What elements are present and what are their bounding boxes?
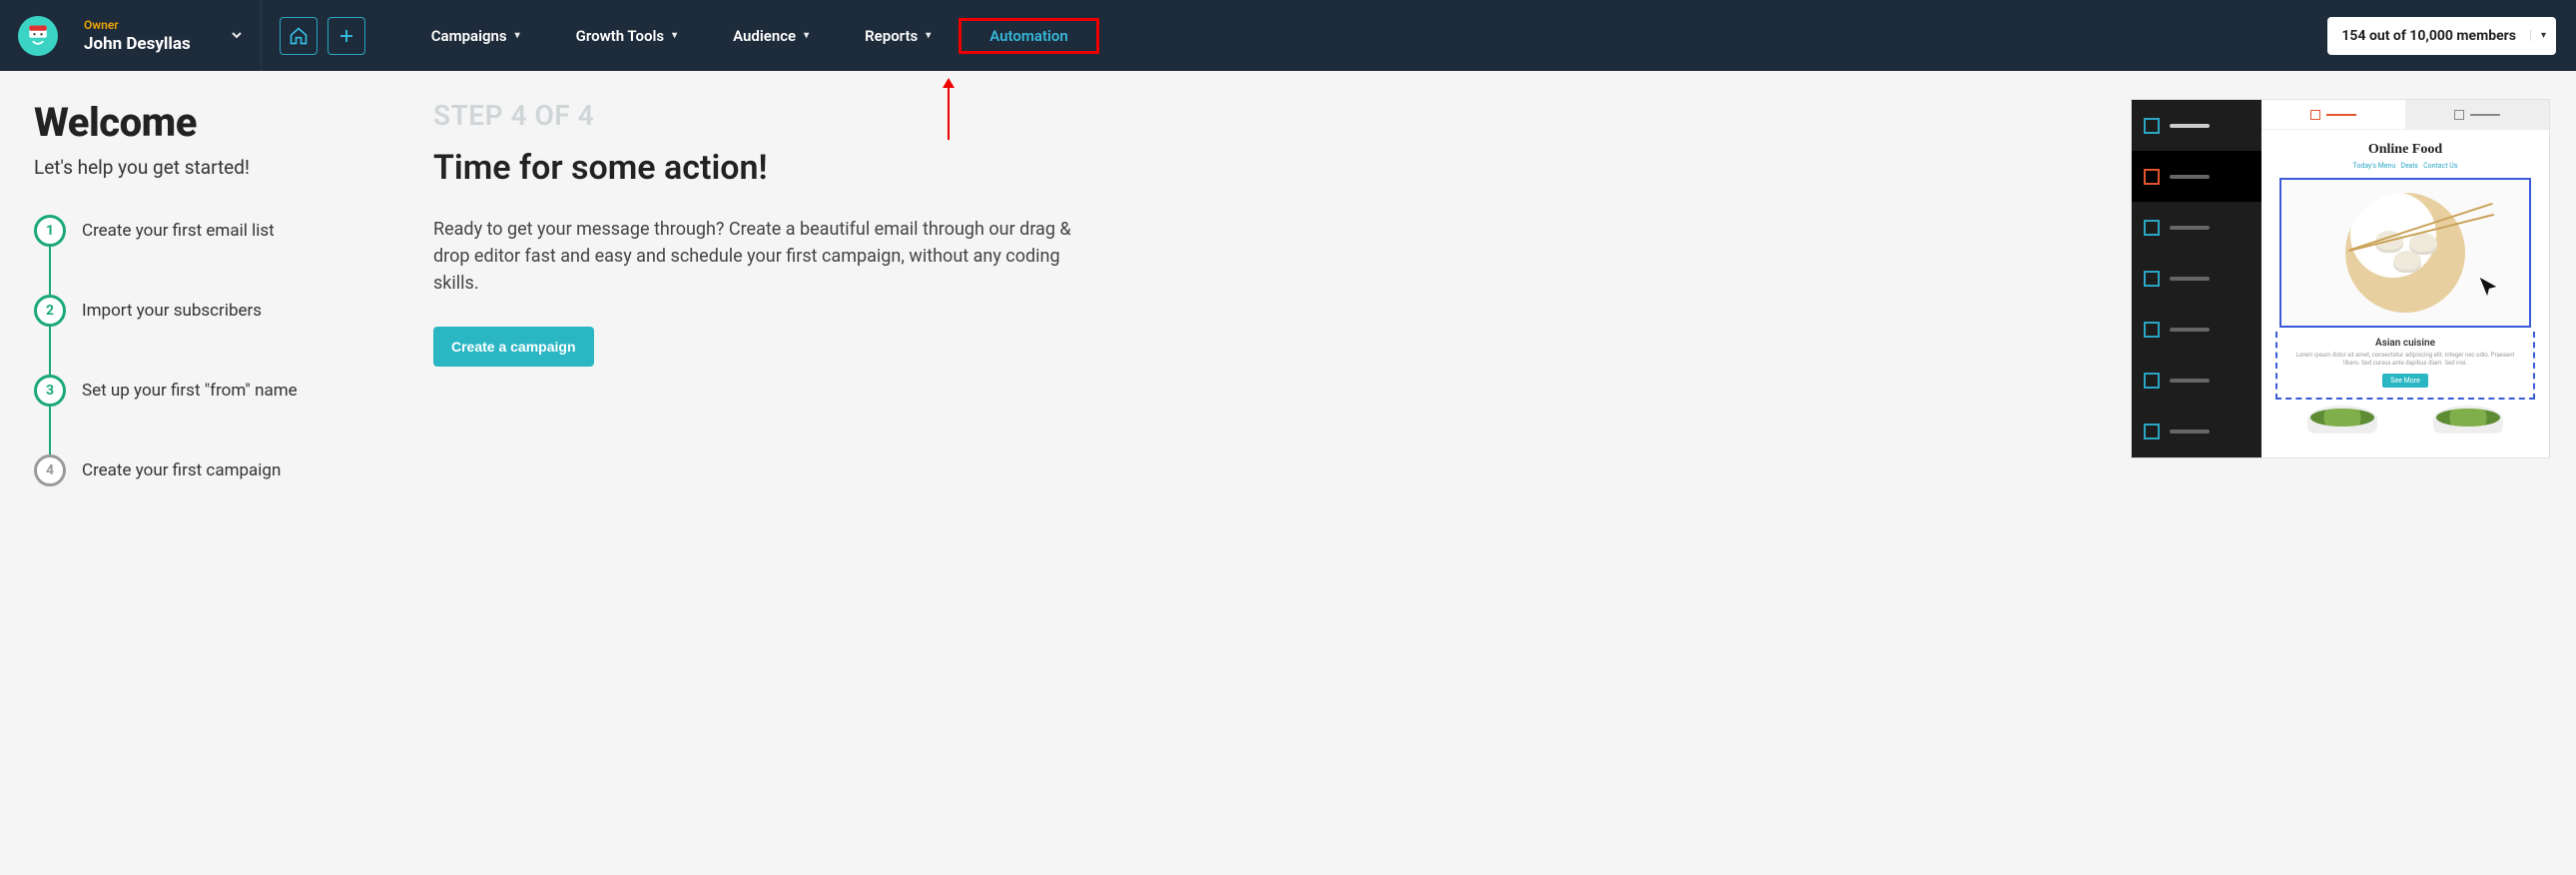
- page-title: Welcome: [34, 99, 393, 146]
- preview-email-nav: Today's Menu Deals Contact Us: [2261, 162, 2549, 170]
- editor-block-item: [2132, 100, 2261, 151]
- step-number-badge: 2: [34, 295, 66, 327]
- page-subtitle: Let's help you get started!: [34, 156, 393, 179]
- preview-cta-button: See More: [2382, 374, 2427, 388]
- preview-caption: Asian cuisine: [2287, 338, 2523, 349]
- onboarding-step-4[interactable]: 4 Create your first campaign: [34, 454, 393, 486]
- editor-preview-illustration: Online Food Today's Menu Deals Contact U…: [2131, 99, 2550, 458]
- owner-role-label: Owner: [84, 18, 191, 32]
- step-number-badge: 4: [34, 454, 66, 486]
- step-label: Set up your first "from" name: [82, 381, 298, 401]
- onboarding-step-3[interactable]: 3 Set up your first "from" name: [34, 375, 393, 454]
- step-number-badge: 1: [34, 215, 66, 247]
- chevron-down-icon: ▾: [515, 30, 520, 41]
- onboarding-step-1[interactable]: 1 Create your first email list: [34, 215, 393, 295]
- editor-tab: [2405, 100, 2549, 129]
- chevron-down-icon: ▾: [672, 30, 677, 41]
- owner-name: John Desyllas: [84, 34, 191, 54]
- step-label: Create your first campaign: [82, 460, 281, 480]
- nav-label: Growth Tools: [576, 27, 664, 45]
- nav-label: Reports: [865, 27, 918, 45]
- account-switcher[interactable]: Owner John Desyllas: [84, 18, 243, 54]
- preview-lorem: Lorem ipsum dolor sit amet, consectetur …: [2287, 352, 2523, 368]
- nav-label: Automation: [989, 27, 1068, 45]
- step-label: Create your first email list: [82, 221, 275, 241]
- preview-text-block: Asian cuisine Lorem ipsum dolor sit amet…: [2275, 332, 2535, 400]
- editor-tab: [2261, 100, 2405, 129]
- create-new-button[interactable]: [327, 17, 365, 55]
- editor-block-item: [2132, 202, 2261, 253]
- step-number-badge: 3: [34, 375, 66, 407]
- user-avatar[interactable]: [18, 16, 58, 56]
- editor-block-item: [2132, 356, 2261, 407]
- step-indicator: STEP 4 OF 4: [433, 99, 1092, 132]
- editor-block-item: [2132, 253, 2261, 304]
- food-bowl-icon: [2307, 406, 2377, 434]
- members-counter-dropdown[interactable]: 154 out of 10,000 members ▾: [2327, 17, 2556, 55]
- nav-label: Audience: [733, 27, 796, 45]
- chevron-down-icon: [231, 26, 243, 45]
- section-headline: Time for some action!: [433, 148, 1092, 188]
- cursor-icon: [2477, 276, 2499, 298]
- nav-automation[interactable]: Automation: [959, 18, 1099, 54]
- divider: [261, 0, 262, 71]
- annotation-arrow: [943, 78, 955, 140]
- onboarding-steps: 1 Create your first email list 2 Import …: [34, 215, 393, 486]
- section-description: Ready to get your message through? Creat…: [433, 216, 1092, 297]
- chevron-down-icon: ▾: [2530, 30, 2556, 41]
- food-bowl-icon: [2433, 406, 2503, 434]
- editor-block-list: [2132, 100, 2261, 457]
- onboarding-step-2[interactable]: 2 Import your subscribers: [34, 295, 393, 375]
- main-nav: Campaigns ▾ Growth Tools ▾ Audience ▾ Re…: [403, 0, 1099, 71]
- preview-gallery-row: [2261, 400, 2549, 434]
- nav-label: Campaigns: [431, 27, 507, 45]
- nav-audience[interactable]: Audience ▾: [705, 0, 837, 71]
- members-count-text: 154 out of 10,000 members: [2327, 28, 2530, 44]
- create-campaign-button[interactable]: Create a campaign: [433, 327, 594, 367]
- top-navigation-bar: Owner John Desyllas Campaigns ▾ Growth T…: [0, 0, 2576, 71]
- step-label: Import your subscribers: [82, 301, 262, 321]
- home-button[interactable]: [280, 17, 318, 55]
- editor-block-item: [2132, 407, 2261, 457]
- nav-reports[interactable]: Reports ▾: [837, 0, 959, 71]
- preview-image-block: [2279, 178, 2531, 328]
- editor-block-item: [2132, 305, 2261, 356]
- chevron-down-icon: ▾: [926, 30, 931, 41]
- preview-email-title: Online Food: [2261, 142, 2549, 158]
- editor-block-item: [2132, 151, 2261, 202]
- nav-campaigns[interactable]: Campaigns ▾: [403, 0, 548, 71]
- editor-tabs: [2261, 100, 2549, 130]
- chevron-down-icon: ▾: [804, 30, 809, 41]
- nav-growth-tools[interactable]: Growth Tools ▾: [548, 0, 705, 71]
